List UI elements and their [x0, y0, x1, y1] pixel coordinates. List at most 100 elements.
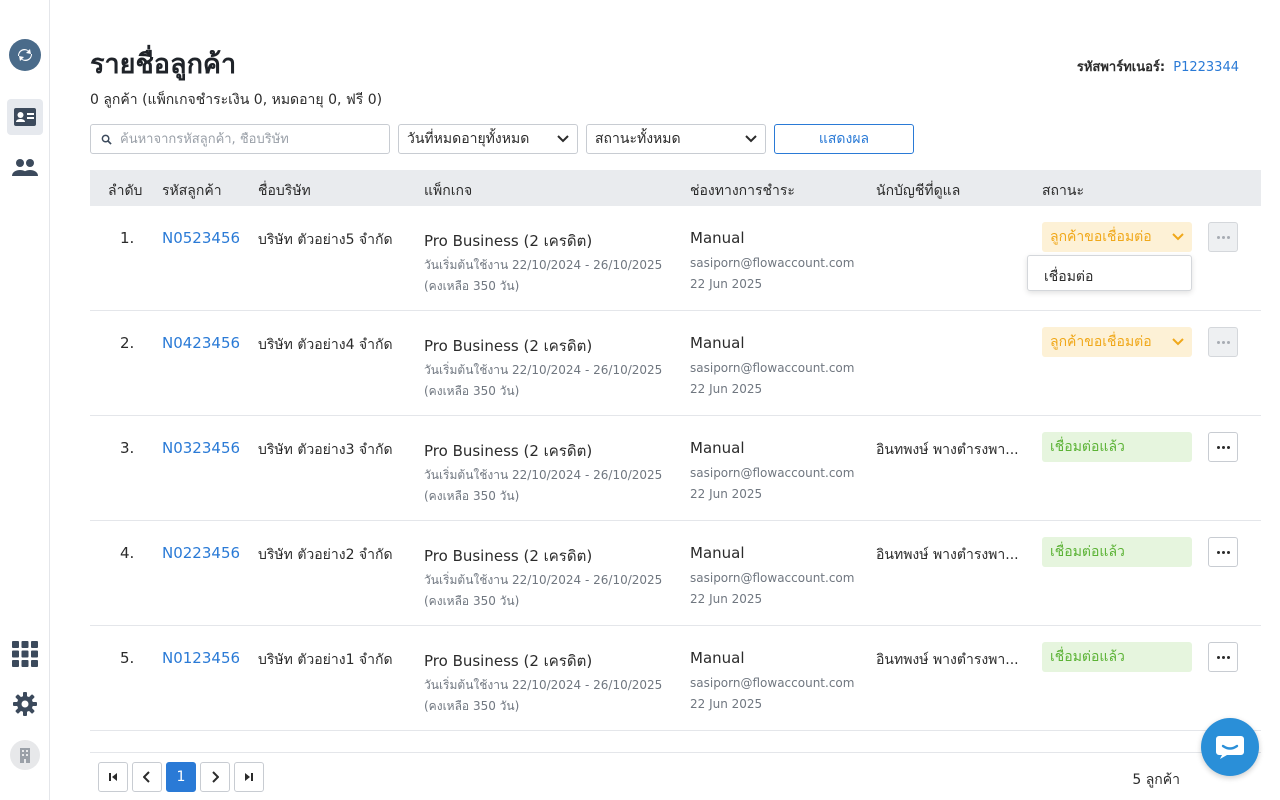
package-remaining: (คงเหลือ 350 วัน) [424, 489, 520, 503]
table-header: ลำดับ รหัสลูกค้า ชื่อบริษัท แพ็กเกจ ช่อง… [90, 170, 1261, 206]
payment-date: 22 Jun 2025 [690, 697, 763, 711]
accountant-name: อินทพงษ์ พางตำรงพา... [876, 652, 1019, 668]
row-index: 5. [120, 649, 135, 667]
col-customer-code: รหัสลูกค้า [162, 183, 222, 199]
gear-icon[interactable] [7, 686, 43, 722]
more-options-button[interactable] [1208, 327, 1238, 357]
table-row: 2. N0423456 บริษัท ตัวอย่าง4 จำกัด Pro B… [90, 311, 1261, 416]
next-page-button[interactable] [200, 762, 230, 792]
chevron-left-icon [143, 771, 150, 783]
more-options-button[interactable] [1208, 642, 1238, 672]
payment-method: Manual [690, 544, 745, 562]
users-icon[interactable] [7, 149, 43, 185]
divider [90, 752, 1261, 753]
company-name: บริษัท ตัวอย่าง5 จำกัด [258, 232, 393, 248]
package-dates: วันเริ่มต้นใช้งาน 22/10/2024 - 26/10/202… [424, 573, 663, 587]
payment-date: 22 Jun 2025 [690, 592, 763, 606]
company-name: บริษัท ตัวอย่าง4 จำกัด [258, 337, 393, 353]
row-index: 2. [120, 334, 135, 352]
chevron-down-icon [745, 135, 757, 143]
package-name: Pro Business (2 เครดิต) [424, 232, 593, 250]
table-row: 3. N0323456 บริษัท ตัวอย่าง3 จำกัด Pro B… [90, 416, 1261, 521]
status-label: ลูกค้าขอเชื่อมต่อ [1050, 229, 1152, 245]
payment-method: Manual [690, 439, 745, 457]
package-remaining: (คงเหลือ 350 วัน) [424, 699, 520, 713]
accountant-name: อินทพงษ์ พางตำรงพา... [876, 547, 1019, 563]
search-input[interactable] [120, 131, 380, 147]
page-number-button[interactable]: 1 [166, 762, 196, 792]
company-name: บริษัท ตัวอย่าง3 จำกัด [258, 442, 393, 458]
customer-code-link[interactable]: N0323456 [162, 439, 240, 457]
customer-code-link[interactable]: N0423456 [162, 334, 240, 352]
payment-method: Manual [690, 334, 745, 352]
package-dates: วันเริ่มต้นใช้งาน 22/10/2024 - 26/10/202… [424, 678, 663, 692]
connect-menu-item[interactable]: เชื่อมต่อ [1044, 269, 1093, 285]
package-name: Pro Business (2 เครดิต) [424, 652, 593, 670]
package-name: Pro Business (2 เครดิต) [424, 547, 593, 565]
partner-code: รหัสพาร์ทเนอร์: P1223344 [1077, 56, 1239, 77]
customer-summary: 0 ลูกค้า (แพ็กเกจชำระเงิน 0, หมดอายุ 0, … [90, 92, 383, 108]
chat-button[interactable] [1201, 718, 1259, 776]
package-remaining: (คงเหลือ 350 วัน) [424, 594, 520, 608]
more-options-button[interactable] [1208, 432, 1238, 462]
payment-date: 22 Jun 2025 [690, 487, 763, 501]
more-options-button[interactable] [1208, 537, 1238, 567]
show-results-button[interactable]: แสดงผล [774, 124, 914, 154]
search-icon [101, 134, 112, 145]
chevron-down-icon [1172, 233, 1184, 241]
expire-date-select[interactable]: วันที่หมดอายุทั้งหมด [398, 124, 578, 154]
partner-code-label: รหัสพาร์ทเนอร์: [1076, 60, 1166, 75]
chevron-down-icon [1172, 338, 1184, 346]
chevron-down-icon [557, 135, 569, 143]
building-icon[interactable] [7, 737, 43, 773]
customer-code-link[interactable]: N0223456 [162, 544, 240, 562]
col-index: ลำดับ [108, 183, 143, 199]
status-dropdown[interactable]: ลูกค้าขอเชื่อมต่อ [1042, 327, 1192, 357]
first-page-button[interactable] [98, 762, 128, 792]
status-badge: เชื่อมต่อแล้ว [1042, 432, 1192, 462]
col-company: ชื่อบริษัท [258, 183, 311, 199]
payment-email: sasiporn@flowaccount.com [690, 571, 855, 585]
payment-email: sasiporn@flowaccount.com [690, 676, 855, 690]
accountant-name: อินทพงษ์ พางตำรงพา... [876, 442, 1019, 458]
package-dates: วันเริ่มต้นใช้งาน 22/10/2024 - 26/10/202… [424, 363, 663, 377]
last-page-button[interactable] [234, 762, 264, 792]
company-name: บริษัท ตัวอย่าง2 จำกัด [258, 547, 393, 563]
partner-code-value: P1223344 [1173, 60, 1239, 75]
chevron-right-icon [212, 771, 219, 783]
col-status: สถานะ [1042, 183, 1084, 199]
apps-grid-icon[interactable] [7, 636, 43, 672]
package-name: Pro Business (2 เครดิต) [424, 337, 593, 355]
more-options-button[interactable] [1208, 222, 1238, 252]
table-row: 4. N0223456 บริษัท ตัวอย่าง2 จำกัด Pro B… [90, 521, 1261, 626]
ellipsis-icon [1216, 445, 1230, 449]
search-box[interactable] [90, 124, 390, 154]
table-row: 5. N0123456 บริษัท ตัวอย่าง1 จำกัด Pro B… [90, 626, 1261, 731]
payment-email: sasiporn@flowaccount.com [690, 256, 855, 270]
payment-email: sasiporn@flowaccount.com [690, 466, 855, 480]
contact-card-icon[interactable] [7, 99, 43, 135]
payment-date: 22 Jun 2025 [690, 382, 763, 396]
package-remaining: (คงเหลือ 350 วัน) [424, 384, 520, 398]
first-page-icon [109, 773, 117, 781]
status-label: เชื่อมต่อแล้ว [1050, 439, 1125, 455]
customer-code-link[interactable]: N0123456 [162, 649, 240, 667]
flowaccount-logo-icon[interactable] [7, 37, 43, 73]
status-select[interactable]: สถานะทั้งหมด [586, 124, 766, 154]
customer-code-link[interactable]: N0523456 [162, 229, 240, 247]
status-badge: เชื่อมต่อแล้ว [1042, 537, 1192, 567]
payment-method: Manual [690, 229, 745, 247]
status-dropdown[interactable]: ลูกค้าขอเชื่อมต่อ [1042, 222, 1192, 252]
payment-email: sasiporn@flowaccount.com [690, 361, 855, 375]
ellipsis-icon [1216, 550, 1230, 554]
total-customers: 5 ลูกค้า [1132, 772, 1180, 788]
ellipsis-icon [1216, 655, 1230, 659]
package-dates: วันเริ่มต้นใช้งาน 22/10/2024 - 26/10/202… [424, 468, 663, 482]
ellipsis-icon [1216, 340, 1230, 344]
package-remaining: (คงเหลือ 350 วัน) [424, 279, 520, 293]
status-label: เชื่อมต่อแล้ว [1050, 649, 1125, 665]
prev-page-button[interactable] [132, 762, 162, 792]
page-title: รายชื่อลูกค้า [90, 49, 237, 80]
col-payment: ช่องทางการชำระ [690, 183, 795, 199]
col-accountant: นักบัญชีที่ดูแล [876, 183, 961, 199]
